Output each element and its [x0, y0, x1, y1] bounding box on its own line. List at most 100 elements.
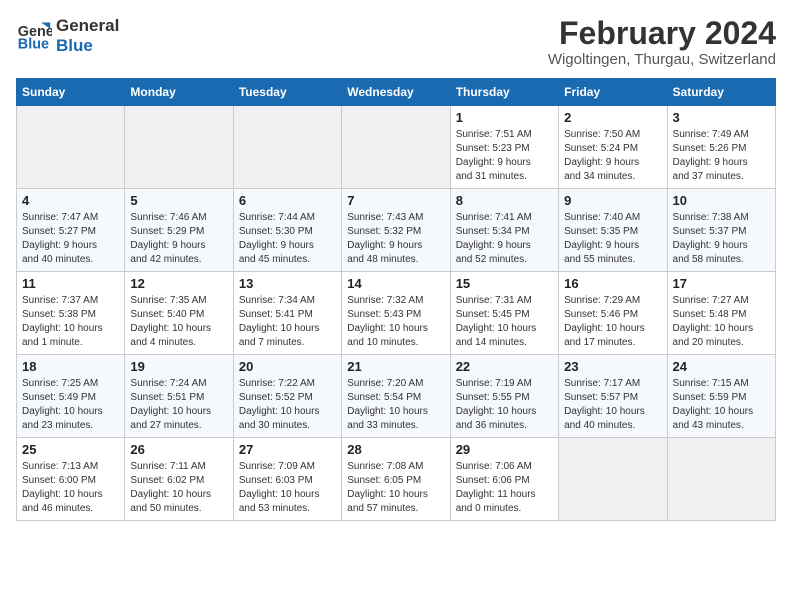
location-subtitle: Wigoltingen, Thurgau, Switzerland	[548, 51, 776, 68]
header-tuesday: Tuesday	[233, 79, 341, 106]
header-friday: Friday	[559, 79, 667, 106]
day-info: Sunrise: 7:43 AM Sunset: 5:32 PM Dayligh…	[347, 211, 444, 267]
calendar-cell: 11 Sunrise: 7:37 AM Sunset: 5:38 PM Dayli…	[17, 272, 125, 355]
day-info: Sunrise: 7:27 AM Sunset: 5:48 PM Dayligh…	[673, 294, 770, 350]
day-info: Sunrise: 7:50 AM Sunset: 5:24 PM Dayligh…	[564, 128, 661, 184]
day-number: 12	[130, 276, 227, 291]
day-info: Sunrise: 7:09 AM Sunset: 6:03 PM Dayligh…	[239, 460, 336, 516]
calendar-cell: 16 Sunrise: 7:29 AM Sunset: 5:46 PM Dayli…	[559, 272, 667, 355]
day-info: Sunrise: 7:29 AM Sunset: 5:46 PM Dayligh…	[564, 294, 661, 350]
title-block: February 2024 Wigoltingen, Thurgau, Swit…	[548, 16, 776, 68]
day-info: Sunrise: 7:40 AM Sunset: 5:35 PM Dayligh…	[564, 211, 661, 267]
calendar-cell: 2Sunrise: 7:50 AM Sunset: 5:24 PM Daylig…	[559, 106, 667, 189]
header-wednesday: Wednesday	[342, 79, 450, 106]
calendar-cell: 26 Sunrise: 7:11 AM Sunset: 6:02 PM Dayli…	[125, 438, 233, 521]
day-number: 1	[456, 110, 553, 125]
day-info: Sunrise: 7:17 AM Sunset: 5:57 PM Dayligh…	[564, 377, 661, 433]
calendar-cell: 10 Sunrise: 7:38 AM Sunset: 5:37 PM Dayli…	[667, 189, 775, 272]
calendar-cell: 29 Sunrise: 7:06 AM Sunset: 6:06 PM Dayli…	[450, 438, 558, 521]
day-info: Sunrise: 7:11 AM Sunset: 6:02 PM Dayligh…	[130, 460, 227, 516]
day-number: 5	[130, 193, 227, 208]
day-number: 26	[130, 442, 227, 457]
day-info: Sunrise: 7:13 AM Sunset: 6:00 PM Dayligh…	[22, 460, 119, 516]
logo-blue: Blue	[56, 36, 119, 56]
day-number: 21	[347, 359, 444, 374]
calendar-cell: 8 Sunrise: 7:41 AM Sunset: 5:34 PM Daylig…	[450, 189, 558, 272]
day-number: 11	[22, 276, 119, 291]
calendar-cell	[342, 106, 450, 189]
day-info: Sunrise: 7:46 AM Sunset: 5:29 PM Dayligh…	[130, 211, 227, 267]
day-info: Sunrise: 7:37 AM Sunset: 5:38 PM Dayligh…	[22, 294, 119, 350]
calendar-cell: 5 Sunrise: 7:46 AM Sunset: 5:29 PM Daylig…	[125, 189, 233, 272]
day-info: Sunrise: 7:32 AM Sunset: 5:43 PM Dayligh…	[347, 294, 444, 350]
day-number: 27	[239, 442, 336, 457]
calendar-cell: 23 Sunrise: 7:17 AM Sunset: 5:57 PM Dayli…	[559, 355, 667, 438]
day-info: Sunrise: 7:47 AM Sunset: 5:27 PM Dayligh…	[22, 211, 119, 267]
day-number: 9	[564, 193, 661, 208]
day-info: Sunrise: 7:38 AM Sunset: 5:37 PM Dayligh…	[673, 211, 770, 267]
calendar-cell	[667, 438, 775, 521]
calendar-cell: 4Sunrise: 7:47 AM Sunset: 5:27 PM Daylig…	[17, 189, 125, 272]
day-number: 8	[456, 193, 553, 208]
week-row-2: 11 Sunrise: 7:37 AM Sunset: 5:38 PM Dayli…	[17, 272, 776, 355]
day-number: 3	[673, 110, 770, 125]
day-number: 23	[564, 359, 661, 374]
week-row-4: 25 Sunrise: 7:13 AM Sunset: 6:00 PM Dayli…	[17, 438, 776, 521]
day-info: Sunrise: 7:35 AM Sunset: 5:40 PM Dayligh…	[130, 294, 227, 350]
svg-text:Blue: Blue	[18, 36, 49, 52]
day-info: Sunrise: 7:34 AM Sunset: 5:41 PM Dayligh…	[239, 294, 336, 350]
calendar-cell: 3 Sunrise: 7:49 AM Sunset: 5:26 PM Daylig…	[667, 106, 775, 189]
calendar-cell: 25 Sunrise: 7:13 AM Sunset: 6:00 PM Dayli…	[17, 438, 125, 521]
day-number: 14	[347, 276, 444, 291]
day-number: 29	[456, 442, 553, 457]
day-info: Sunrise: 7:25 AM Sunset: 5:49 PM Dayligh…	[22, 377, 119, 433]
day-info: Sunrise: 7:24 AM Sunset: 5:51 PM Dayligh…	[130, 377, 227, 433]
day-number: 25	[22, 442, 119, 457]
day-number: 28	[347, 442, 444, 457]
week-row-3: 18 Sunrise: 7:25 AM Sunset: 5:49 PM Dayli…	[17, 355, 776, 438]
day-info: Sunrise: 7:22 AM Sunset: 5:52 PM Dayligh…	[239, 377, 336, 433]
header-monday: Monday	[125, 79, 233, 106]
calendar-cell: 17 Sunrise: 7:27 AM Sunset: 5:48 PM Dayli…	[667, 272, 775, 355]
page-header: General Blue General Blue February 2024 …	[16, 16, 776, 68]
day-info: Sunrise: 7:15 AM Sunset: 5:59 PM Dayligh…	[673, 377, 770, 433]
calendar-cell: 22Sunrise: 7:19 AM Sunset: 5:55 PM Dayli…	[450, 355, 558, 438]
calendar-cell: 14 Sunrise: 7:32 AM Sunset: 5:43 PM Dayli…	[342, 272, 450, 355]
calendar-cell: 1 Sunrise: 7:51 AM Sunset: 5:23 PM Daylig…	[450, 106, 558, 189]
calendar-cell: 7Sunrise: 7:43 AM Sunset: 5:32 PM Daylig…	[342, 189, 450, 272]
day-info: Sunrise: 7:06 AM Sunset: 6:06 PM Dayligh…	[456, 460, 553, 516]
calendar-cell: 28Sunrise: 7:08 AM Sunset: 6:05 PM Dayli…	[342, 438, 450, 521]
calendar-cell	[559, 438, 667, 521]
calendar-cell	[17, 106, 125, 189]
day-number: 6	[239, 193, 336, 208]
day-number: 17	[673, 276, 770, 291]
calendar-cell	[125, 106, 233, 189]
header-saturday: Saturday	[667, 79, 775, 106]
day-number: 18	[22, 359, 119, 374]
calendar-cell	[233, 106, 341, 189]
logo-general: General	[56, 16, 119, 36]
calendar-cell: 20Sunrise: 7:22 AM Sunset: 5:52 PM Dayli…	[233, 355, 341, 438]
day-info: Sunrise: 7:44 AM Sunset: 5:30 PM Dayligh…	[239, 211, 336, 267]
calendar-cell: 18 Sunrise: 7:25 AM Sunset: 5:49 PM Dayli…	[17, 355, 125, 438]
day-number: 24	[673, 359, 770, 374]
logo: General Blue General Blue	[16, 16, 119, 55]
calendar-cell: 19Sunrise: 7:24 AM Sunset: 5:51 PM Dayli…	[125, 355, 233, 438]
calendar-cell: 27 Sunrise: 7:09 AM Sunset: 6:03 PM Dayli…	[233, 438, 341, 521]
calendar-table: SundayMondayTuesdayWednesdayThursdayFrid…	[16, 78, 776, 521]
header-sunday: Sunday	[17, 79, 125, 106]
day-number: 16	[564, 276, 661, 291]
day-info: Sunrise: 7:19 AM Sunset: 5:55 PM Dayligh…	[456, 377, 553, 433]
calendar-cell: 6 Sunrise: 7:44 AM Sunset: 5:30 PM Daylig…	[233, 189, 341, 272]
week-row-1: 4Sunrise: 7:47 AM Sunset: 5:27 PM Daylig…	[17, 189, 776, 272]
calendar-cell: 24 Sunrise: 7:15 AM Sunset: 5:59 PM Dayli…	[667, 355, 775, 438]
day-info: Sunrise: 7:20 AM Sunset: 5:54 PM Dayligh…	[347, 377, 444, 433]
day-info: Sunrise: 7:49 AM Sunset: 5:26 PM Dayligh…	[673, 128, 770, 184]
calendar-header-row: SundayMondayTuesdayWednesdayThursdayFrid…	[17, 79, 776, 106]
day-info: Sunrise: 7:31 AM Sunset: 5:45 PM Dayligh…	[456, 294, 553, 350]
day-info: Sunrise: 7:41 AM Sunset: 5:34 PM Dayligh…	[456, 211, 553, 267]
logo-icon: General Blue	[16, 18, 52, 54]
calendar-cell: 13Sunrise: 7:34 AM Sunset: 5:41 PM Dayli…	[233, 272, 341, 355]
day-number: 10	[673, 193, 770, 208]
day-info: Sunrise: 7:51 AM Sunset: 5:23 PM Dayligh…	[456, 128, 553, 184]
